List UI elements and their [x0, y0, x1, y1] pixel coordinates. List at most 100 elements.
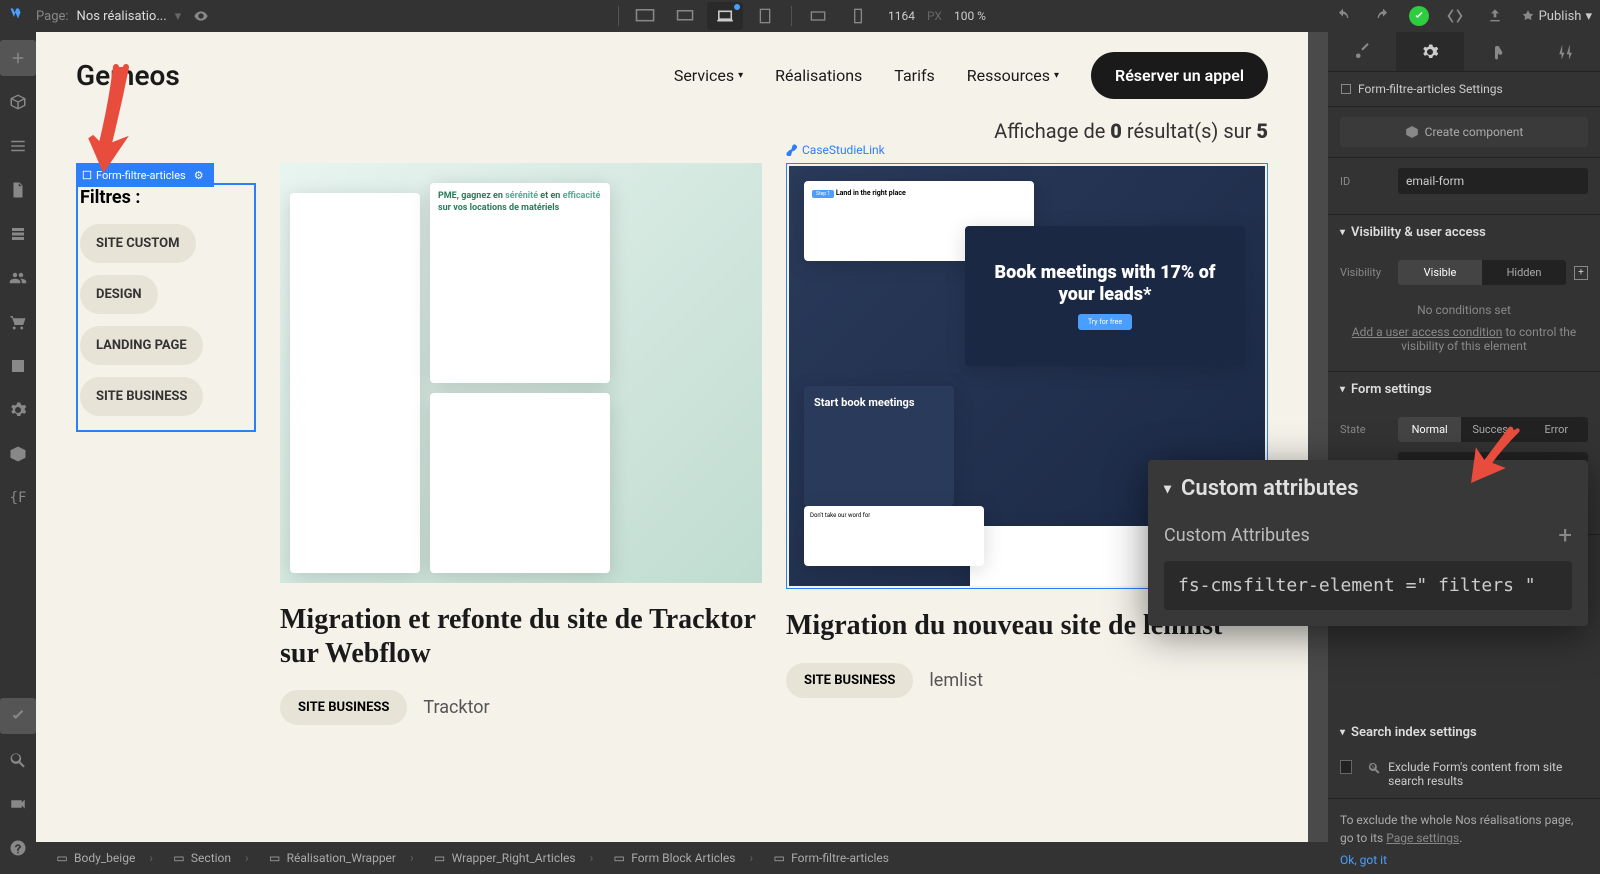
filters-sidebar: Form-filtre-articles ⚙ Filtres : SITE CU… — [76, 183, 256, 725]
help-icon[interactable] — [0, 830, 36, 866]
site-navigation: Gemeos Services ▾ Réalisations Tarifs Re… — [36, 32, 1308, 119]
filter-design[interactable]: DESIGN — [80, 275, 158, 314]
no-conditions-text: No conditions set — [1340, 295, 1588, 325]
device-xl-icon[interactable] — [627, 2, 663, 30]
ecommerce-icon[interactable] — [0, 304, 36, 340]
add-element-icon[interactable] — [0, 40, 36, 76]
interactions-tab-icon[interactable] — [1464, 32, 1532, 71]
card-tag-1: SITE BUSINESS — [280, 690, 407, 725]
form-settings-header[interactable]: Form settings — [1328, 372, 1600, 407]
breadcrumb-right-articles[interactable]: ▭Wrapper_Right_Articles — [426, 847, 602, 869]
state-label: State — [1340, 423, 1390, 436]
search-icon[interactable] — [0, 742, 36, 778]
breadcrumb-body[interactable]: ▭Body_beige — [48, 847, 161, 869]
px-label: PX — [927, 9, 942, 23]
code-icon[interactable] — [1441, 2, 1469, 30]
nav-ressources[interactable]: Ressources ▾ — [967, 66, 1059, 85]
page-name-dropdown[interactable]: Nos réalisatio... — [77, 9, 167, 24]
element-selection-label[interactable]: Form-filtre-articles ⚙ — [76, 163, 214, 187]
top-right-actions: Publish ▾ — [1329, 2, 1592, 30]
device-tablet-icon[interactable] — [747, 2, 783, 30]
top-toolbar: Page: Nos réalisatio... ▾ 1164 PX 100 % … — [0, 0, 1600, 32]
card-client-1: Tracktor — [423, 697, 489, 718]
breadcrumb-section[interactable]: ▭Section — [165, 847, 257, 869]
page-settings-link[interactable]: Page settings — [1386, 831, 1459, 845]
webflow-logo-icon[interactable] — [8, 6, 28, 26]
visibility-label: Visibility — [1340, 266, 1390, 279]
add-attribute-icon[interactable]: + — [1558, 521, 1572, 549]
breadcrumb-wrapper[interactable]: ▭Réalisation_Wrapper — [261, 847, 422, 869]
state-error-button[interactable]: Error — [1525, 417, 1588, 442]
canvas-width[interactable]: 1164 — [888, 9, 915, 23]
settings-icon[interactable] — [0, 392, 36, 428]
search-index-header[interactable]: Search index settings — [1328, 715, 1600, 750]
nav-services[interactable]: Services ▾ — [674, 66, 743, 85]
add-condition-link[interactable]: Add a user access condition — [1352, 325, 1503, 339]
zoom-level[interactable]: 100 % — [954, 9, 986, 23]
filter-site-custom[interactable]: SITE CUSTOM — [80, 224, 196, 263]
visibility-add-icon[interactable]: + — [1574, 266, 1588, 280]
page-label: Page: — [36, 9, 69, 24]
device-mobile-icon[interactable] — [840, 2, 876, 30]
breadcrumb-form-filtre[interactable]: ▭Form-filtre-articles — [765, 847, 911, 869]
redo-icon[interactable] — [1369, 2, 1397, 30]
exclude-checkbox[interactable] — [1340, 760, 1352, 774]
id-label: ID — [1340, 175, 1390, 188]
exclude-note: To exclude the whole Nos réalisations pa… — [1328, 799, 1600, 874]
state-normal-button[interactable]: Normal — [1398, 417, 1461, 442]
device-laptop-icon[interactable] — [707, 2, 743, 30]
preview-eye-icon[interactable] — [189, 4, 213, 28]
device-desktop-icon[interactable] — [667, 2, 703, 30]
settings-tab-icon[interactable] — [1396, 32, 1464, 71]
element-settings-gear-icon[interactable]: ⚙ — [190, 166, 208, 184]
results-count: Affichage de 0 résultat(s) sur 5 — [280, 119, 1268, 143]
publish-button[interactable]: Publish ▾ — [1521, 9, 1592, 24]
variables-icon[interactable]: {F — [0, 480, 36, 516]
nav-cta-button[interactable]: Réserver un appel — [1091, 52, 1268, 99]
visibility-visible-button[interactable]: Visible — [1398, 260, 1482, 285]
status-ok-icon[interactable] — [1409, 6, 1429, 26]
navigator-icon[interactable] — [0, 128, 36, 164]
video-icon[interactable] — [0, 786, 36, 822]
visibility-hidden-button[interactable]: Hidden — [1482, 260, 1566, 285]
selected-form-element[interactable]: Form-filtre-articles ⚙ Filtres : SITE CU… — [76, 183, 256, 432]
site-logo[interactable]: Gemeos — [76, 59, 180, 92]
id-input[interactable] — [1398, 168, 1588, 194]
design-canvas: Gemeos Services ▾ Réalisations Tarifs Re… — [36, 32, 1328, 842]
case-study-card-1[interactable]: PME, gagnez en sérénité et en efficacité… — [280, 163, 762, 725]
nav-tarifs[interactable]: Tarifs — [894, 66, 935, 85]
case-study-card-2[interactable]: CaseStudieLink Step 1 Land in the right … — [786, 163, 1268, 725]
device-mobile-l-icon[interactable] — [800, 2, 836, 30]
left-toolbar: {F — [0, 32, 36, 874]
pages-icon[interactable] — [0, 172, 36, 208]
components-icon[interactable] — [0, 436, 36, 472]
ok-got-it-link[interactable]: Ok, got it — [1340, 851, 1588, 869]
create-component-button[interactable]: Create component — [1340, 117, 1588, 147]
panel-tabs — [1328, 32, 1600, 72]
users-icon[interactable] — [0, 260, 36, 296]
nav-realisations[interactable]: Réalisations — [775, 66, 862, 85]
box-icon[interactable] — [0, 84, 36, 120]
visibility-section-header[interactable]: Visibility & user access — [1328, 215, 1600, 250]
style-tab-icon[interactable] — [1328, 32, 1396, 71]
website-preview: Gemeos Services ▾ Réalisations Tarifs Re… — [36, 32, 1308, 842]
filters-heading: Filtres : — [80, 187, 252, 208]
assets-icon[interactable] — [0, 348, 36, 384]
card-title-1: Migration et refonte du site de Tracktor… — [280, 603, 762, 670]
card-thumbnail-1: PME, gagnez en sérénité et en efficacité… — [280, 163, 762, 583]
selected-element-name: Form-filtre-articles Settings — [1358, 82, 1503, 96]
filter-landing-page[interactable]: LANDING PAGE — [80, 326, 203, 365]
filter-site-business[interactable]: SITE BUSINESS — [80, 377, 203, 416]
annotation-arrow-2 — [1458, 420, 1528, 490]
card-client-2: lemlist — [929, 670, 983, 691]
audit-icon[interactable] — [0, 698, 36, 734]
cms-icon[interactable] — [0, 216, 36, 252]
exclude-text: Exclude Form's content from site search … — [1388, 760, 1588, 788]
breadcrumb-form-block[interactable]: ▭Form Block Articles — [605, 847, 761, 869]
undo-icon[interactable] — [1329, 2, 1357, 30]
export-icon[interactable] — [1481, 2, 1509, 30]
search-slash-icon — [1368, 760, 1381, 776]
custom-attribute-value[interactable]: fs-cmsfilter-element =" filters " — [1164, 561, 1572, 610]
effects-tab-icon[interactable] — [1532, 32, 1600, 71]
card-tag-2: SITE BUSINESS — [786, 663, 913, 698]
